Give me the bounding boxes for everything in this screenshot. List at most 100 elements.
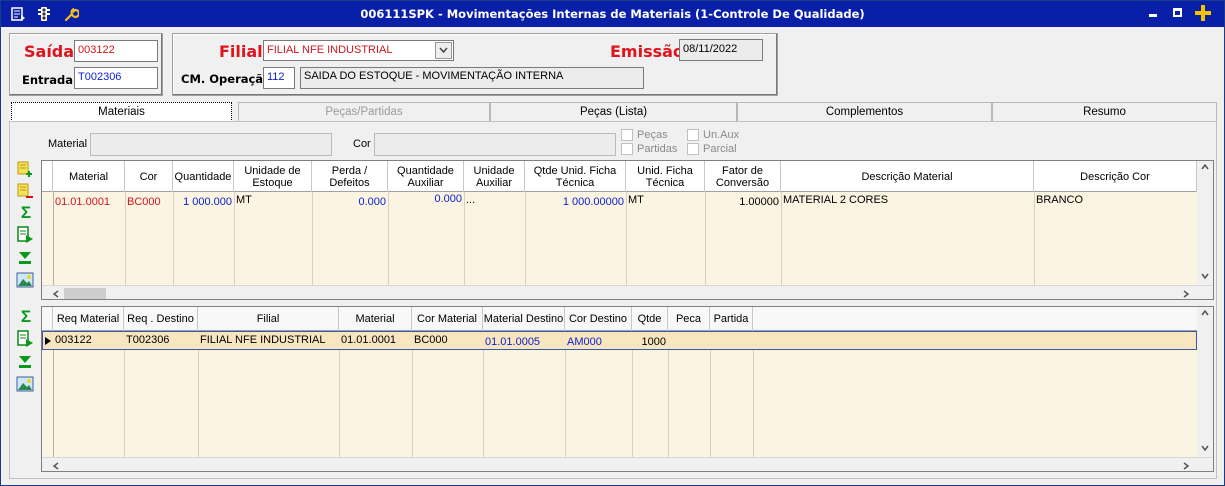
cell-quantidade[interactable]: 1 000.000 [173, 196, 234, 208]
cell-cor[interactable]: BC000 [125, 196, 173, 208]
filter-material-label: Material [48, 138, 88, 150]
col-header[interactable]: Req Material [53, 307, 124, 331]
scroll-thumb[interactable] [64, 288, 106, 299]
row-indicator-header [42, 161, 53, 192]
tab-complementos[interactable]: Complementos [737, 102, 992, 122]
sigma-icon[interactable]: Σ [17, 204, 35, 222]
col-header[interactable]: Fator de Conversão [705, 161, 781, 192]
scroll-up-icon[interactable] [1201, 310, 1209, 316]
cell-material[interactable]: 01.01.0001 [53, 196, 125, 208]
cell-cor-material[interactable]: BC000 [412, 334, 483, 346]
col-header[interactable]: Qtde Unid. Ficha Técnica [525, 161, 626, 192]
filter-cor-input[interactable] [374, 133, 616, 156]
filial-select-value: FILIAL NFE INDUSTRIAL [267, 44, 393, 56]
col-header[interactable]: Cor Material [412, 307, 483, 331]
collapse-icon[interactable] [16, 249, 34, 267]
partidas-label: Partidas [637, 143, 678, 155]
cmop-desc-field: SAIDA DO ESTOQUE - MOVIMENTAÇÃO INTERNA [300, 67, 644, 89]
materiais-panel: Material Cor Peças Partidas Un.Aux Parci… [9, 121, 1217, 479]
cmop-code-field[interactable]: 112 [263, 67, 295, 89]
saida-field[interactable]: 003122 [74, 40, 158, 62]
add-row-icon[interactable] [16, 160, 34, 178]
scroll-left-icon[interactable] [53, 290, 59, 298]
unaux-checkbox[interactable] [687, 129, 699, 141]
filter-material-input[interactable] [90, 133, 332, 156]
movements-grid: Req Material Req . Destino Filial Materi… [41, 306, 1214, 472]
col-header[interactable]: Cor Destino [565, 307, 632, 331]
col-header[interactable]: Descrição Material [781, 161, 1034, 192]
parcial-checkbox[interactable] [687, 143, 699, 155]
col-header[interactable]: Req . Destino [124, 307, 198, 331]
cell-req-destino[interactable]: T002306 [124, 334, 198, 346]
row-indicator-header [42, 307, 53, 331]
plus-icon[interactable] [1194, 4, 1212, 22]
tab-resumo[interactable]: Resumo [992, 102, 1217, 122]
window-title: 006111SPK - Movimentações Internas de Ma… [360, 7, 865, 21]
cell-material-destino[interactable]: 01.01.0005 [483, 336, 565, 348]
movements-grid-header: Req Material Req . Destino Filial Materi… [42, 307, 1197, 331]
col-header[interactable]: Peca [668, 307, 710, 331]
sigma-icon[interactable]: Σ [17, 308, 35, 326]
entrada-field[interactable]: T002306 [74, 67, 158, 89]
scroll-up-icon[interactable] [1201, 164, 1209, 170]
image-icon[interactable] [16, 271, 34, 289]
col-header[interactable]: Perda / Defeitos [312, 161, 388, 192]
horizontal-scrollbar[interactable] [42, 457, 1213, 471]
tab-materiais[interactable]: Materiais [11, 102, 232, 122]
row-pointer-icon [45, 337, 51, 345]
cell-perda[interactable]: 0.000 [312, 196, 388, 208]
pecas-label: Peças [637, 129, 668, 141]
cell-desc-material[interactable]: MATERIAL 2 CORES [781, 194, 1034, 206]
cell-unidade-estoque[interactable]: MT [234, 194, 312, 206]
scroll-down-icon[interactable] [1201, 445, 1209, 451]
emissao-field[interactable]: 08/11/2022 [679, 39, 763, 61]
horizontal-scrollbar[interactable] [42, 285, 1213, 299]
partidas-checkbox[interactable] [621, 143, 633, 155]
minimize-icon[interactable] [1146, 6, 1160, 20]
scroll-right-icon[interactable] [1183, 290, 1189, 298]
scroll-down-icon[interactable] [1201, 273, 1209, 279]
col-header[interactable]: Material [53, 161, 125, 192]
pecas-checkbox[interactable] [621, 129, 633, 141]
cell-unidade-auxiliar[interactable]: ... [464, 194, 525, 206]
cell-filial[interactable]: FILIAL NFE INDUSTRIAL [198, 334, 339, 346]
col-header[interactable]: Descrição Cor [1034, 161, 1197, 192]
cell-qtde-auxiliar[interactable]: 0.000 [388, 193, 464, 205]
cell-qtde-ficha[interactable]: 1 000.00000 [525, 196, 626, 208]
col-header[interactable]: Unidade de Estoque [234, 161, 312, 192]
col-header[interactable]: Cor [125, 161, 173, 192]
cell-req-material[interactable]: 003122 [53, 334, 124, 346]
maximize-icon[interactable] [1171, 6, 1185, 20]
col-header[interactable]: Partida [710, 307, 753, 331]
col-header[interactable]: Qtde [632, 307, 668, 331]
cmop-label: CM. Operação [181, 72, 271, 86]
cell-cor-destino[interactable]: AM000 [565, 336, 632, 348]
scroll-right-icon[interactable] [1183, 462, 1189, 470]
chevron-down-icon[interactable] [435, 42, 452, 59]
cell-desc-cor[interactable]: BRANCO [1034, 194, 1197, 206]
materials-grid: Material Cor Quantidade Unidade de Estoq… [41, 160, 1214, 300]
col-header[interactable]: Filial [198, 307, 339, 331]
scroll-left-icon[interactable] [53, 462, 59, 470]
remove-row-icon[interactable] [16, 182, 34, 200]
col-header[interactable]: Unid. Ficha Técnica [626, 161, 705, 192]
vertical-scrollbar[interactable] [1197, 307, 1213, 457]
image-icon[interactable] [16, 375, 34, 393]
cell-fator[interactable]: 1.00000 [705, 196, 781, 208]
collapse-icon[interactable] [16, 353, 34, 371]
tab-pecas-partidas[interactable]: Peças/Partidas [238, 102, 490, 122]
export-icon[interactable] [16, 330, 34, 348]
col-header[interactable]: Material [339, 307, 412, 331]
tab-pecas-lista[interactable]: Peças (Lista) [490, 102, 737, 122]
cell-material[interactable]: 01.01.0001 [339, 334, 412, 346]
col-header[interactable]: Quantidade [173, 161, 234, 192]
col-header[interactable]: Material Destino [483, 307, 565, 331]
col-header[interactable]: Quantidade Auxiliar [388, 161, 464, 192]
filial-select[interactable]: FILIAL NFE INDUSTRIAL [263, 40, 454, 61]
export-icon[interactable] [16, 226, 34, 244]
col-header[interactable]: Unidade Auxiliar [464, 161, 525, 192]
cell-qtde[interactable]: 1000 [632, 336, 668, 348]
saida-label: Saída [24, 42, 75, 61]
vertical-scrollbar[interactable] [1197, 161, 1213, 285]
cell-unid-ficha[interactable]: MT [626, 194, 705, 206]
